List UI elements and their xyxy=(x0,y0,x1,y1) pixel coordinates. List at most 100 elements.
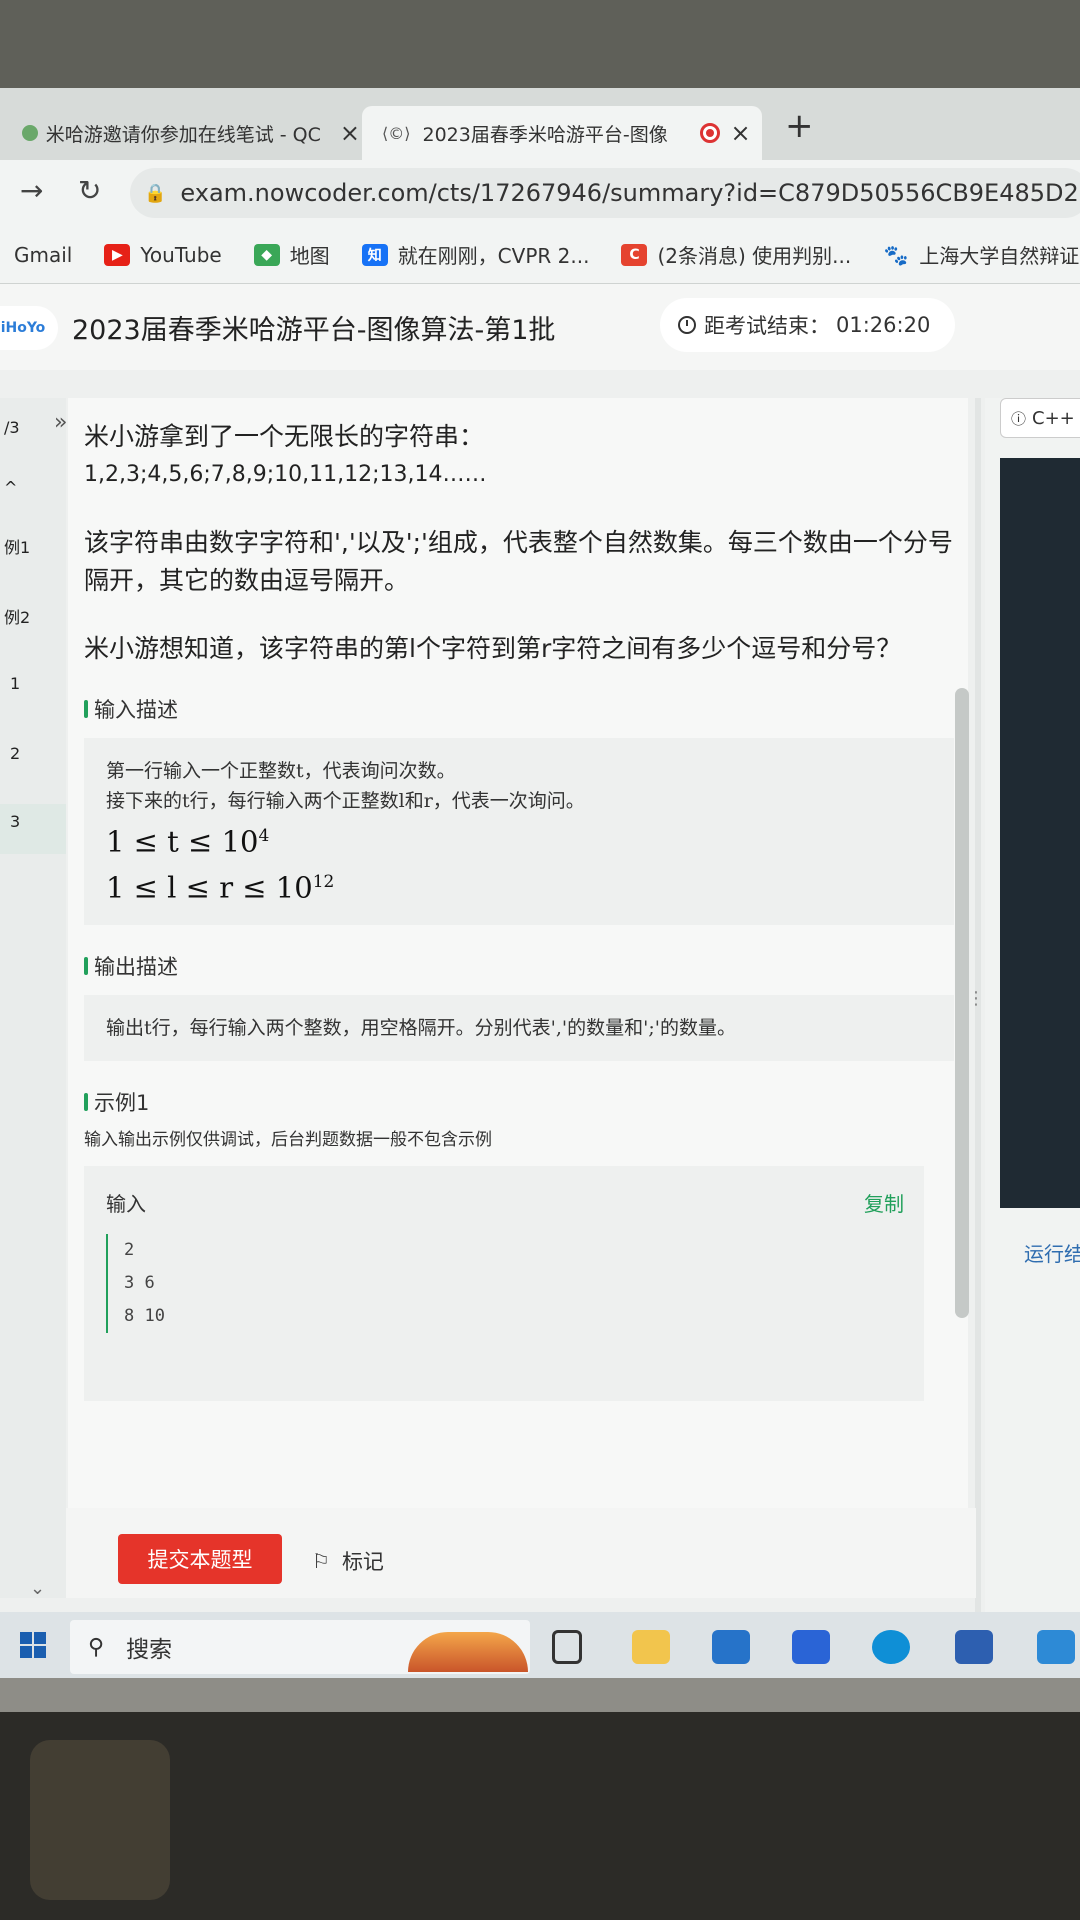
store-icon[interactable] xyxy=(955,1630,993,1664)
bookmark-gmail[interactable]: Gmail xyxy=(14,243,72,267)
tab-favicon-icon: ⟨©⟩ xyxy=(382,123,411,143)
nav-up-icon[interactable]: ^ xyxy=(0,478,66,497)
language-label: C++ xyxy=(1032,407,1075,429)
drag-handle-icon[interactable]: ⋮ xyxy=(967,988,985,1009)
close-icon[interactable]: × xyxy=(730,119,750,147)
constraint-1-text: 1 ≤ t ≤ 10 xyxy=(106,824,259,859)
copy-button[interactable]: 复制 xyxy=(864,1188,904,1217)
problem-text-3: 米小游想知道，该字符串的第l个字符到第r字符之间有多少个逗号和分号？ xyxy=(84,634,902,663)
recording-icon xyxy=(700,123,721,143)
expand-icon[interactable]: » xyxy=(54,410,67,435)
input-line-1: 第一行输入一个正整数t，代表询问次数。 xyxy=(106,760,456,782)
page-title: 2023届春季米哈游平台-图像算法-第1批 xyxy=(72,315,556,346)
bookmark-label: YouTube xyxy=(140,242,222,267)
language-select[interactable]: ⓘ C++ xyxy=(1000,398,1080,438)
nav-item-2[interactable]: 2 xyxy=(0,744,66,763)
nav-item-example1[interactable]: 例1 xyxy=(0,534,66,558)
nav-item-3[interactable]: 3 xyxy=(0,804,66,854)
tab-favicon-icon xyxy=(22,125,38,141)
info-icon: ⓘ xyxy=(1011,409,1027,428)
section-bar xyxy=(84,1093,88,1112)
code-editor[interactable] xyxy=(1000,458,1080,1208)
constraint-1: 1 ≤ t ≤ 104 xyxy=(106,816,932,862)
run-result-tab[interactable]: 运行结 xyxy=(1024,1238,1080,1267)
address-row: → ↻ 🔒 exam.nowcoder.com/cts/17267946/sum… xyxy=(0,160,1080,226)
file-explorer-icon[interactable] xyxy=(632,1630,670,1664)
lock-icon: 🔒 xyxy=(144,182,167,204)
nav-item-example2[interactable]: 例2 xyxy=(0,604,66,628)
monitor-bezel xyxy=(0,1672,1080,1712)
problem-text-2: 该字符串由数字字符和','以及';'组成，代表整个自然数集。每三个数由一个分号隔… xyxy=(84,528,953,595)
reload-icon[interactable]: ↻ xyxy=(78,174,101,207)
constraint-1-exp: 4 xyxy=(258,826,270,846)
new-tab-button[interactable]: + xyxy=(785,106,814,146)
search-icon: ⚲ xyxy=(88,1634,105,1660)
clock-icon xyxy=(678,316,696,334)
bookmark-label: 上海大学自然辩证... xyxy=(919,244,1080,268)
problem-sequence: 1,2,3;4,5,6;7,8,9;10,11,12;13,14…… xyxy=(84,462,487,487)
paw-icon: 🐾 xyxy=(883,242,909,267)
site-header: iHoYo 2023届春季米哈游平台-图像算法-第1批 距考试结束： 01:26… xyxy=(0,284,1080,370)
close-icon[interactable]: × xyxy=(340,119,360,147)
problem-content: 米小游拿到了一个无限长的字符串： 1,2,3;4,5,6;7,8,9;10,11… xyxy=(84,418,954,1402)
timer-value: 01:26:20 xyxy=(836,313,931,337)
monitor-screen: 米哈游邀请你参加在线笔试 - QC × ⟨©⟩ 2023届春季米哈游平台-图像 … xyxy=(0,88,1080,1678)
bookmark-csdn[interactable]: C (2条消息) 使用判别... xyxy=(621,240,851,269)
nav-item-1[interactable]: 1 xyxy=(0,674,66,693)
constraint-2-exp: 12 xyxy=(312,871,335,892)
url-text: exam.nowcoder.com/cts/17267946/summary?i… xyxy=(180,179,1080,207)
constraint-2-text: 1 ≤ l ≤ r ≤ 10 xyxy=(106,870,313,905)
section-bar xyxy=(84,700,88,718)
zhihu-icon: 知 xyxy=(361,243,388,266)
maps-icon: ◆ xyxy=(253,243,280,266)
sample-label: 输入 xyxy=(106,1192,146,1217)
search-label: 搜索 xyxy=(126,1637,173,1663)
output-section-heading: 输出描述 xyxy=(84,951,954,981)
question-nav xyxy=(0,398,66,1598)
mail-icon[interactable] xyxy=(712,1630,750,1664)
csdn-icon: C xyxy=(621,243,648,266)
section-title: 输入描述 xyxy=(94,698,178,722)
bookmark-label: 就在刚刚，CVPR 2... xyxy=(397,244,590,268)
edge-icon[interactable] xyxy=(872,1630,910,1664)
back-arrow-icon[interactable]: → xyxy=(20,174,43,207)
browser-tab-exam[interactable]: ⟨©⟩ 2023届春季米哈游平台-图像 × xyxy=(362,106,762,160)
bookmark-youtube[interactable]: ▶ YouTube xyxy=(104,242,222,267)
feedback-icon[interactable] xyxy=(1037,1630,1075,1664)
output-description: 输出t行，每行输入两个整数，用空格隔开。分别代表','的数量和';'的数量。 xyxy=(84,995,954,1062)
tab-title: 米哈游邀请你参加在线笔试 - QC xyxy=(45,123,321,146)
section-bar xyxy=(84,957,88,976)
browser-tab-invite[interactable]: 米哈游邀请你参加在线笔试 - QC × xyxy=(0,106,360,160)
example-note: 输入输出示例仅供调试，后台判题数据一般不包含示例 xyxy=(84,1130,492,1151)
section-title: 输出描述 xyxy=(94,955,178,980)
timer-label: 距考试结束： xyxy=(704,314,830,338)
submit-button[interactable]: 提交本题型 xyxy=(118,1534,282,1584)
bookmark-label: Gmail xyxy=(14,242,73,267)
exam-timer: 距考试结束： 01:26:20 xyxy=(660,298,955,352)
constraint-2: 1 ≤ l ≤ r ≤ 1012 xyxy=(106,862,932,908)
input-description: 第一行输入一个正整数t，代表询问次数。 接下来的t行，每行输入两个正整数l和r，… xyxy=(84,738,954,926)
bookmark-maps[interactable]: ◆ 地图 xyxy=(253,240,330,269)
input-line-2: 接下来的t行，每行输入两个正整数l和r，代表一次询问。 xyxy=(106,790,585,812)
bookmarks-bar: Gmail ▶ YouTube ◆ 地图 知 就在刚刚，CVPR 2... C … xyxy=(0,226,1080,284)
problem-text-1: 米小游拿到了一个无限长的字符串： xyxy=(84,422,485,451)
section-title: 示例1 xyxy=(94,1091,150,1116)
url-bar[interactable]: 🔒 exam.nowcoder.com/cts/17267946/summary… xyxy=(130,168,1080,218)
sample-input-box: 输入 复制 2 3 6 8 10 xyxy=(84,1166,924,1402)
pane-divider[interactable] xyxy=(975,398,981,1678)
chevron-down-icon[interactable]: ⌄ xyxy=(30,1578,45,1599)
bookmark-zhihu[interactable]: 知 就在刚刚，CVPR 2... xyxy=(361,240,590,269)
flag-label: 标记 xyxy=(341,1550,384,1574)
background-wall xyxy=(0,0,1080,90)
site-logo[interactable]: iHoYo xyxy=(0,306,58,350)
sample-input-code: 2 3 6 8 10 xyxy=(106,1234,165,1334)
bookmark-baidu[interactable]: 🐾 上海大学自然辩证... xyxy=(883,240,1080,269)
app-icon[interactable] xyxy=(792,1630,830,1664)
example-section-heading: 示例1 xyxy=(84,1087,954,1117)
windows-start-icon[interactable] xyxy=(20,1632,46,1658)
flag-button[interactable]: ⚐ 标记 xyxy=(312,1546,384,1576)
task-view-icon[interactable] xyxy=(552,1630,582,1664)
input-section-heading: 输入描述 xyxy=(84,694,954,724)
bookmark-label: (2条消息) 使用判别... xyxy=(657,244,852,268)
flag-icon: ⚐ xyxy=(312,1549,330,1573)
